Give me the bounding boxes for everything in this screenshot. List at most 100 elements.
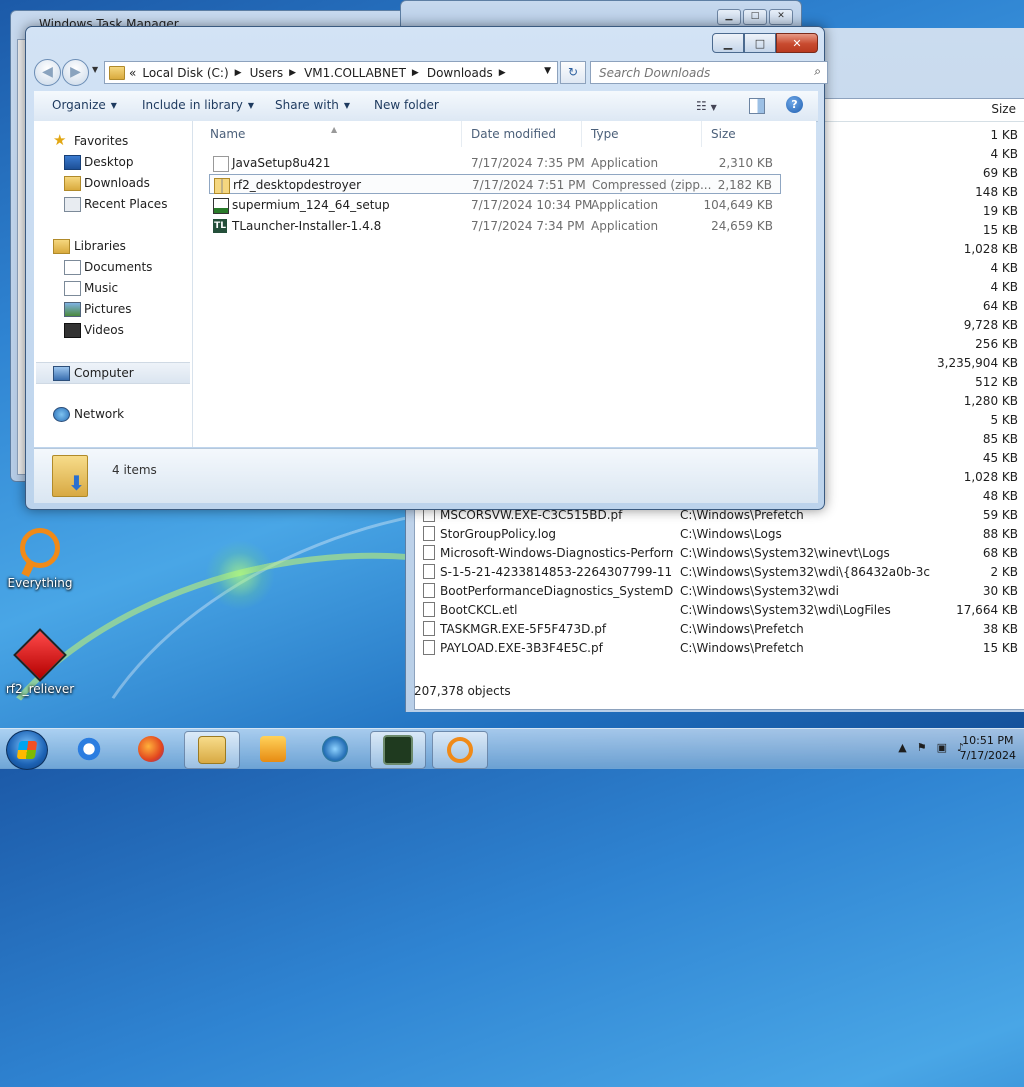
list-item-name-text: BootPerformanceDiagnostics_SystemData... <box>440 584 673 598</box>
taskbar-media-player[interactable] <box>246 731 300 767</box>
nav-libraries[interactable]: Libraries <box>34 236 192 256</box>
maximize-button[interactable]: □ <box>744 33 776 53</box>
forward-button[interactable]: ▶ <box>62 59 89 86</box>
details-pane: ⬇ 4 items <box>34 448 818 503</box>
pictures-icon <box>64 302 81 317</box>
system-clock[interactable]: 10:51 PM 7/17/2024 <box>960 733 1016 763</box>
help-button[interactable]: ? <box>786 96 803 113</box>
column-header-date[interactable]: Date modified <box>462 121 582 147</box>
address-overflow-chevron[interactable]: « <box>129 66 136 80</box>
close-icon[interactable]: ✕ <box>769 9 793 25</box>
address-bar[interactable]: « Local Disk (C:) ▶ Users ▶ VM1.COLLABNE… <box>104 61 558 84</box>
explorer-window-downloads[interactable]: ▁ □ ✕ ◀ ▶ ▼ « Local Disk (C:) ▶ Users ▶ … <box>25 26 828 510</box>
nav-label: Computer <box>74 366 134 380</box>
list-item[interactable]: BootCKCL.etl C:\Windows\System32\wdi\LogF… <box>415 601 1024 620</box>
file-icon <box>423 564 435 579</box>
search-box[interactable]: ⌕ <box>590 61 828 84</box>
breadcrumb-users[interactable]: Users <box>250 66 284 80</box>
minimize-icon[interactable]: ▁ <box>717 9 741 25</box>
breadcrumb-local-disk[interactable]: Local Disk (C:) <box>142 66 228 80</box>
list-item-size: 85 KB <box>982 432 1018 446</box>
nav-network[interactable]: Network <box>34 404 192 424</box>
file-row[interactable]: JavaSetup8u421 7/17/2024 7:35 PM Applica… <box>209 153 781 173</box>
file-name: JavaSetup8u421 <box>232 156 331 170</box>
taskbar-everything[interactable] <box>432 731 488 769</box>
file-row-selected[interactable]: rf2_desktopdestroyer 7/17/2024 7:51 PM C… <box>209 174 781 194</box>
list-item-size: 2 KB <box>990 565 1018 579</box>
network-status-icon[interactable]: ▣ <box>937 741 947 754</box>
nav-videos[interactable]: Videos <box>34 320 192 340</box>
list-item-name: StorGroupPolicy.log <box>423 525 673 544</box>
action-center-flag-icon[interactable]: ⚑ <box>917 741 927 754</box>
breadcrumb-arrow-icon[interactable]: ▶ <box>499 68 506 78</box>
list-item[interactable]: BootPerformanceDiagnostics_SystemData...… <box>415 582 1024 601</box>
taskbar-task-manager[interactable] <box>370 731 426 769</box>
back-button[interactable]: ◀ <box>34 59 61 86</box>
desktop-icon-rf2-reliever[interactable]: rf2_reliever <box>0 628 80 696</box>
zip-folder-icon <box>214 178 230 194</box>
breadcrumb-arrow-icon[interactable]: ▶ <box>235 68 242 78</box>
file-list[interactable]: Name ▲ Date modified Type Size JavaSetup8… <box>193 121 816 447</box>
breadcrumb-arrow-icon[interactable]: ▶ <box>289 68 296 78</box>
nav-computer[interactable]: Computer <box>36 362 190 384</box>
rf2-reliever-icon <box>13 628 67 682</box>
breadcrumb-downloads[interactable]: Downloads <box>427 66 493 80</box>
breadcrumb-user-folder[interactable]: VM1.COLLABNET <box>304 66 406 80</box>
address-history-dropdown-icon[interactable]: ▼ <box>544 66 551 76</box>
column-header-size[interactable]: Size <box>702 121 782 147</box>
search-input[interactable] <box>597 62 801 83</box>
nav-pictures[interactable]: Pictures <box>34 299 192 319</box>
column-header-size[interactable]: Size <box>991 102 1016 116</box>
start-button[interactable] <box>6 730 48 770</box>
nav-label: Music <box>84 281 119 295</box>
nav-documents[interactable]: Documents <box>34 257 192 277</box>
taskbar-internet-explorer[interactable] <box>62 731 116 767</box>
nav-music[interactable]: Music <box>34 278 192 298</box>
search-icon[interactable]: ⌕ <box>814 64 821 79</box>
nav-desktop[interactable]: Desktop <box>34 152 192 172</box>
list-item[interactable]: StorGroupPolicy.log C:\Windows\Logs 88 KB <box>415 525 1024 544</box>
taskbar-firefox[interactable] <box>124 731 178 767</box>
show-hidden-icons-icon[interactable]: ▲ <box>898 741 906 754</box>
list-item-size: 148 KB <box>975 185 1018 199</box>
recent-pages-dropdown-icon[interactable]: ▼ <box>92 65 98 74</box>
list-item-size: 30 KB <box>982 584 1018 598</box>
nav-favorites[interactable]: ★ Favorites <box>34 131 192 151</box>
chevron-down-icon: ▼ <box>247 101 255 110</box>
list-item[interactable]: TASKMGR.EXE-5F5F473D.pf C:\Windows\Prefet… <box>415 620 1024 639</box>
background-window-caption-buttons[interactable]: ▁ □ ✕ <box>717 9 793 25</box>
chevron-down-icon: ▼ <box>343 101 351 110</box>
list-item[interactable]: Microsoft-Windows-Diagnostics-Perform...… <box>415 544 1024 563</box>
nav-recent-places[interactable]: Recent Places <box>34 194 192 214</box>
file-row[interactable]: supermium_124_64_setup 7/17/2024 10:34 P… <box>209 195 781 215</box>
list-item-size: 17,664 KB <box>956 603 1018 617</box>
preview-pane-button[interactable] <box>749 98 765 114</box>
minimize-button[interactable]: ▁ <box>712 33 744 53</box>
list-item[interactable]: S-1-5-21-4233814853-2264307799-1106637..… <box>415 563 1024 582</box>
list-item-size: 4 KB <box>990 280 1018 294</box>
documents-icon <box>64 260 81 275</box>
file-row[interactable]: TL TLauncher-Installer-1.4.8 7/17/2024 7… <box>209 216 781 236</box>
list-item-path: C:\Windows\System32\wdi\{86432a0b-3c7d-.… <box>680 565 930 579</box>
taskbar-windows-explorer[interactable] <box>184 731 240 769</box>
include-in-library-button[interactable]: Include in library ▼ <box>142 98 254 112</box>
list-item-path: C:\Windows\Logs <box>680 527 782 541</box>
list-item[interactable]: PAYLOAD.EXE-3B3F4E5C.pf C:\Windows\Prefet… <box>415 639 1024 658</box>
share-with-button[interactable]: Share with ▼ <box>275 98 350 112</box>
desktop-icon-label: Everything <box>7 576 73 590</box>
breadcrumb-arrow-icon[interactable]: ▶ <box>412 68 419 78</box>
column-header-type[interactable]: Type <box>582 121 702 147</box>
clock-date: 7/17/2024 <box>959 749 1016 762</box>
list-item-size: 15 KB <box>982 223 1018 237</box>
change-view-button[interactable]: ☷ ▼ <box>696 99 717 113</box>
column-header-name[interactable]: Name ▲ <box>201 121 462 147</box>
desktop-icon-everything[interactable]: Everything <box>0 528 80 590</box>
nav-downloads[interactable]: Downloads <box>34 173 192 193</box>
close-button[interactable]: ✕ <box>776 33 818 53</box>
list-item-size: 256 KB <box>975 337 1018 351</box>
maximize-icon[interactable]: □ <box>743 9 767 25</box>
taskbar-network[interactable] <box>308 731 362 767</box>
refresh-button[interactable]: ↻ <box>560 61 586 84</box>
organize-button[interactable]: Organize ▼ <box>52 98 117 112</box>
new-folder-button[interactable]: New folder <box>374 98 439 112</box>
